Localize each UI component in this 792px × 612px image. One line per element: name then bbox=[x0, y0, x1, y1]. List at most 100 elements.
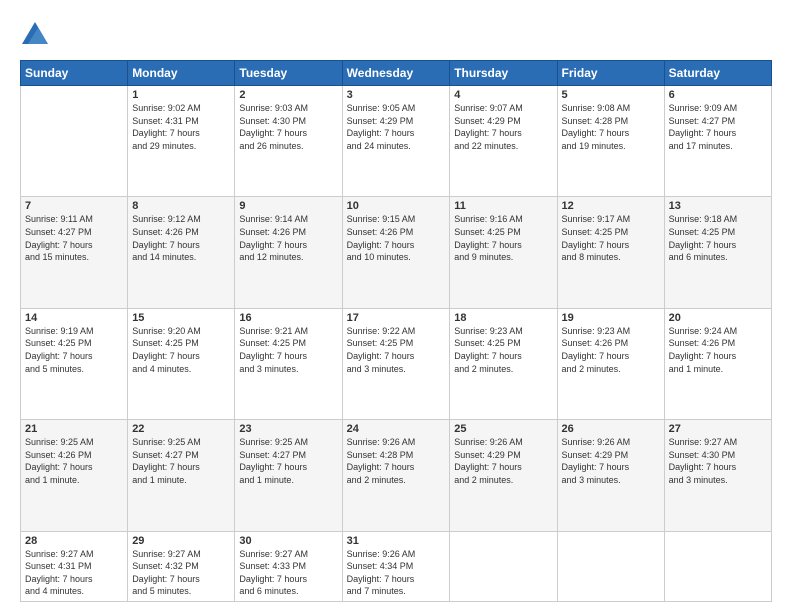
table-row: 21Sunrise: 9:25 AM Sunset: 4:26 PM Dayli… bbox=[21, 420, 128, 531]
day-number: 12 bbox=[562, 200, 660, 212]
day-info: Sunrise: 9:25 AM Sunset: 4:27 PM Dayligh… bbox=[132, 436, 230, 486]
calendar-week-row: 28Sunrise: 9:27 AM Sunset: 4:31 PM Dayli… bbox=[21, 531, 772, 601]
table-row: 26Sunrise: 9:26 AM Sunset: 4:29 PM Dayli… bbox=[557, 420, 664, 531]
day-number: 5 bbox=[562, 89, 660, 101]
calendar-week-row: 14Sunrise: 9:19 AM Sunset: 4:25 PM Dayli… bbox=[21, 308, 772, 419]
weekday-header-tuesday: Tuesday bbox=[235, 61, 342, 86]
day-info: Sunrise: 9:11 AM Sunset: 4:27 PM Dayligh… bbox=[25, 213, 123, 263]
day-info: Sunrise: 9:07 AM Sunset: 4:29 PM Dayligh… bbox=[454, 102, 552, 152]
day-number: 16 bbox=[239, 312, 337, 324]
table-row: 18Sunrise: 9:23 AM Sunset: 4:25 PM Dayli… bbox=[450, 308, 557, 419]
day-info: Sunrise: 9:25 AM Sunset: 4:27 PM Dayligh… bbox=[239, 436, 337, 486]
day-number: 29 bbox=[132, 535, 230, 547]
day-number: 24 bbox=[347, 423, 446, 435]
weekday-header-sunday: Sunday bbox=[21, 61, 128, 86]
day-number: 7 bbox=[25, 200, 123, 212]
day-number: 3 bbox=[347, 89, 446, 101]
weekday-header-row: SundayMondayTuesdayWednesdayThursdayFrid… bbox=[21, 61, 772, 86]
day-number: 22 bbox=[132, 423, 230, 435]
table-row: 13Sunrise: 9:18 AM Sunset: 4:25 PM Dayli… bbox=[664, 197, 771, 308]
day-number: 9 bbox=[239, 200, 337, 212]
table-row: 15Sunrise: 9:20 AM Sunset: 4:25 PM Dayli… bbox=[128, 308, 235, 419]
table-row: 24Sunrise: 9:26 AM Sunset: 4:28 PM Dayli… bbox=[342, 420, 450, 531]
day-info: Sunrise: 9:12 AM Sunset: 4:26 PM Dayligh… bbox=[132, 213, 230, 263]
table-row: 6Sunrise: 9:09 AM Sunset: 4:27 PM Daylig… bbox=[664, 86, 771, 197]
day-info: Sunrise: 9:27 AM Sunset: 4:33 PM Dayligh… bbox=[239, 548, 337, 598]
logo bbox=[20, 20, 54, 50]
table-row: 11Sunrise: 9:16 AM Sunset: 4:25 PM Dayli… bbox=[450, 197, 557, 308]
day-number: 30 bbox=[239, 535, 337, 547]
day-number: 11 bbox=[454, 200, 552, 212]
table-row bbox=[664, 531, 771, 601]
day-number: 17 bbox=[347, 312, 446, 324]
day-info: Sunrise: 9:21 AM Sunset: 4:25 PM Dayligh… bbox=[239, 325, 337, 375]
day-info: Sunrise: 9:14 AM Sunset: 4:26 PM Dayligh… bbox=[239, 213, 337, 263]
day-info: Sunrise: 9:05 AM Sunset: 4:29 PM Dayligh… bbox=[347, 102, 446, 152]
day-info: Sunrise: 9:23 AM Sunset: 4:26 PM Dayligh… bbox=[562, 325, 660, 375]
table-row: 31Sunrise: 9:26 AM Sunset: 4:34 PM Dayli… bbox=[342, 531, 450, 601]
day-info: Sunrise: 9:02 AM Sunset: 4:31 PM Dayligh… bbox=[132, 102, 230, 152]
table-row: 29Sunrise: 9:27 AM Sunset: 4:32 PM Dayli… bbox=[128, 531, 235, 601]
day-number: 21 bbox=[25, 423, 123, 435]
day-info: Sunrise: 9:19 AM Sunset: 4:25 PM Dayligh… bbox=[25, 325, 123, 375]
table-row bbox=[450, 531, 557, 601]
table-row: 3Sunrise: 9:05 AM Sunset: 4:29 PM Daylig… bbox=[342, 86, 450, 197]
day-info: Sunrise: 9:26 AM Sunset: 4:28 PM Dayligh… bbox=[347, 436, 446, 486]
weekday-header-friday: Friday bbox=[557, 61, 664, 86]
header bbox=[20, 20, 772, 50]
day-number: 27 bbox=[669, 423, 767, 435]
table-row: 16Sunrise: 9:21 AM Sunset: 4:25 PM Dayli… bbox=[235, 308, 342, 419]
day-number: 28 bbox=[25, 535, 123, 547]
day-info: Sunrise: 9:20 AM Sunset: 4:25 PM Dayligh… bbox=[132, 325, 230, 375]
table-row: 7Sunrise: 9:11 AM Sunset: 4:27 PM Daylig… bbox=[21, 197, 128, 308]
calendar-week-row: 21Sunrise: 9:25 AM Sunset: 4:26 PM Dayli… bbox=[21, 420, 772, 531]
weekday-header-monday: Monday bbox=[128, 61, 235, 86]
day-info: Sunrise: 9:26 AM Sunset: 4:34 PM Dayligh… bbox=[347, 548, 446, 598]
table-row: 1Sunrise: 9:02 AM Sunset: 4:31 PM Daylig… bbox=[128, 86, 235, 197]
weekday-header-thursday: Thursday bbox=[450, 61, 557, 86]
weekday-header-wednesday: Wednesday bbox=[342, 61, 450, 86]
day-number: 1 bbox=[132, 89, 230, 101]
table-row: 14Sunrise: 9:19 AM Sunset: 4:25 PM Dayli… bbox=[21, 308, 128, 419]
day-number: 19 bbox=[562, 312, 660, 324]
table-row: 12Sunrise: 9:17 AM Sunset: 4:25 PM Dayli… bbox=[557, 197, 664, 308]
table-row: 9Sunrise: 9:14 AM Sunset: 4:26 PM Daylig… bbox=[235, 197, 342, 308]
day-info: Sunrise: 9:08 AM Sunset: 4:28 PM Dayligh… bbox=[562, 102, 660, 152]
table-row: 17Sunrise: 9:22 AM Sunset: 4:25 PM Dayli… bbox=[342, 308, 450, 419]
table-row bbox=[557, 531, 664, 601]
day-info: Sunrise: 9:03 AM Sunset: 4:30 PM Dayligh… bbox=[239, 102, 337, 152]
logo-icon bbox=[20, 20, 50, 50]
day-number: 10 bbox=[347, 200, 446, 212]
table-row: 2Sunrise: 9:03 AM Sunset: 4:30 PM Daylig… bbox=[235, 86, 342, 197]
day-number: 15 bbox=[132, 312, 230, 324]
day-number: 26 bbox=[562, 423, 660, 435]
day-info: Sunrise: 9:22 AM Sunset: 4:25 PM Dayligh… bbox=[347, 325, 446, 375]
day-info: Sunrise: 9:23 AM Sunset: 4:25 PM Dayligh… bbox=[454, 325, 552, 375]
table-row: 28Sunrise: 9:27 AM Sunset: 4:31 PM Dayli… bbox=[21, 531, 128, 601]
day-info: Sunrise: 9:26 AM Sunset: 4:29 PM Dayligh… bbox=[562, 436, 660, 486]
day-number: 8 bbox=[132, 200, 230, 212]
day-info: Sunrise: 9:09 AM Sunset: 4:27 PM Dayligh… bbox=[669, 102, 767, 152]
day-number: 4 bbox=[454, 89, 552, 101]
day-number: 6 bbox=[669, 89, 767, 101]
day-info: Sunrise: 9:16 AM Sunset: 4:25 PM Dayligh… bbox=[454, 213, 552, 263]
table-row: 27Sunrise: 9:27 AM Sunset: 4:30 PM Dayli… bbox=[664, 420, 771, 531]
day-info: Sunrise: 9:24 AM Sunset: 4:26 PM Dayligh… bbox=[669, 325, 767, 375]
weekday-header-saturday: Saturday bbox=[664, 61, 771, 86]
day-number: 2 bbox=[239, 89, 337, 101]
table-row: 4Sunrise: 9:07 AM Sunset: 4:29 PM Daylig… bbox=[450, 86, 557, 197]
table-row bbox=[21, 86, 128, 197]
table-row: 19Sunrise: 9:23 AM Sunset: 4:26 PM Dayli… bbox=[557, 308, 664, 419]
day-number: 25 bbox=[454, 423, 552, 435]
day-number: 13 bbox=[669, 200, 767, 212]
day-info: Sunrise: 9:25 AM Sunset: 4:26 PM Dayligh… bbox=[25, 436, 123, 486]
day-info: Sunrise: 9:26 AM Sunset: 4:29 PM Dayligh… bbox=[454, 436, 552, 486]
table-row: 30Sunrise: 9:27 AM Sunset: 4:33 PM Dayli… bbox=[235, 531, 342, 601]
calendar-week-row: 1Sunrise: 9:02 AM Sunset: 4:31 PM Daylig… bbox=[21, 86, 772, 197]
day-number: 14 bbox=[25, 312, 123, 324]
day-info: Sunrise: 9:27 AM Sunset: 4:31 PM Dayligh… bbox=[25, 548, 123, 598]
day-number: 18 bbox=[454, 312, 552, 324]
day-number: 31 bbox=[347, 535, 446, 547]
day-info: Sunrise: 9:15 AM Sunset: 4:26 PM Dayligh… bbox=[347, 213, 446, 263]
table-row: 22Sunrise: 9:25 AM Sunset: 4:27 PM Dayli… bbox=[128, 420, 235, 531]
